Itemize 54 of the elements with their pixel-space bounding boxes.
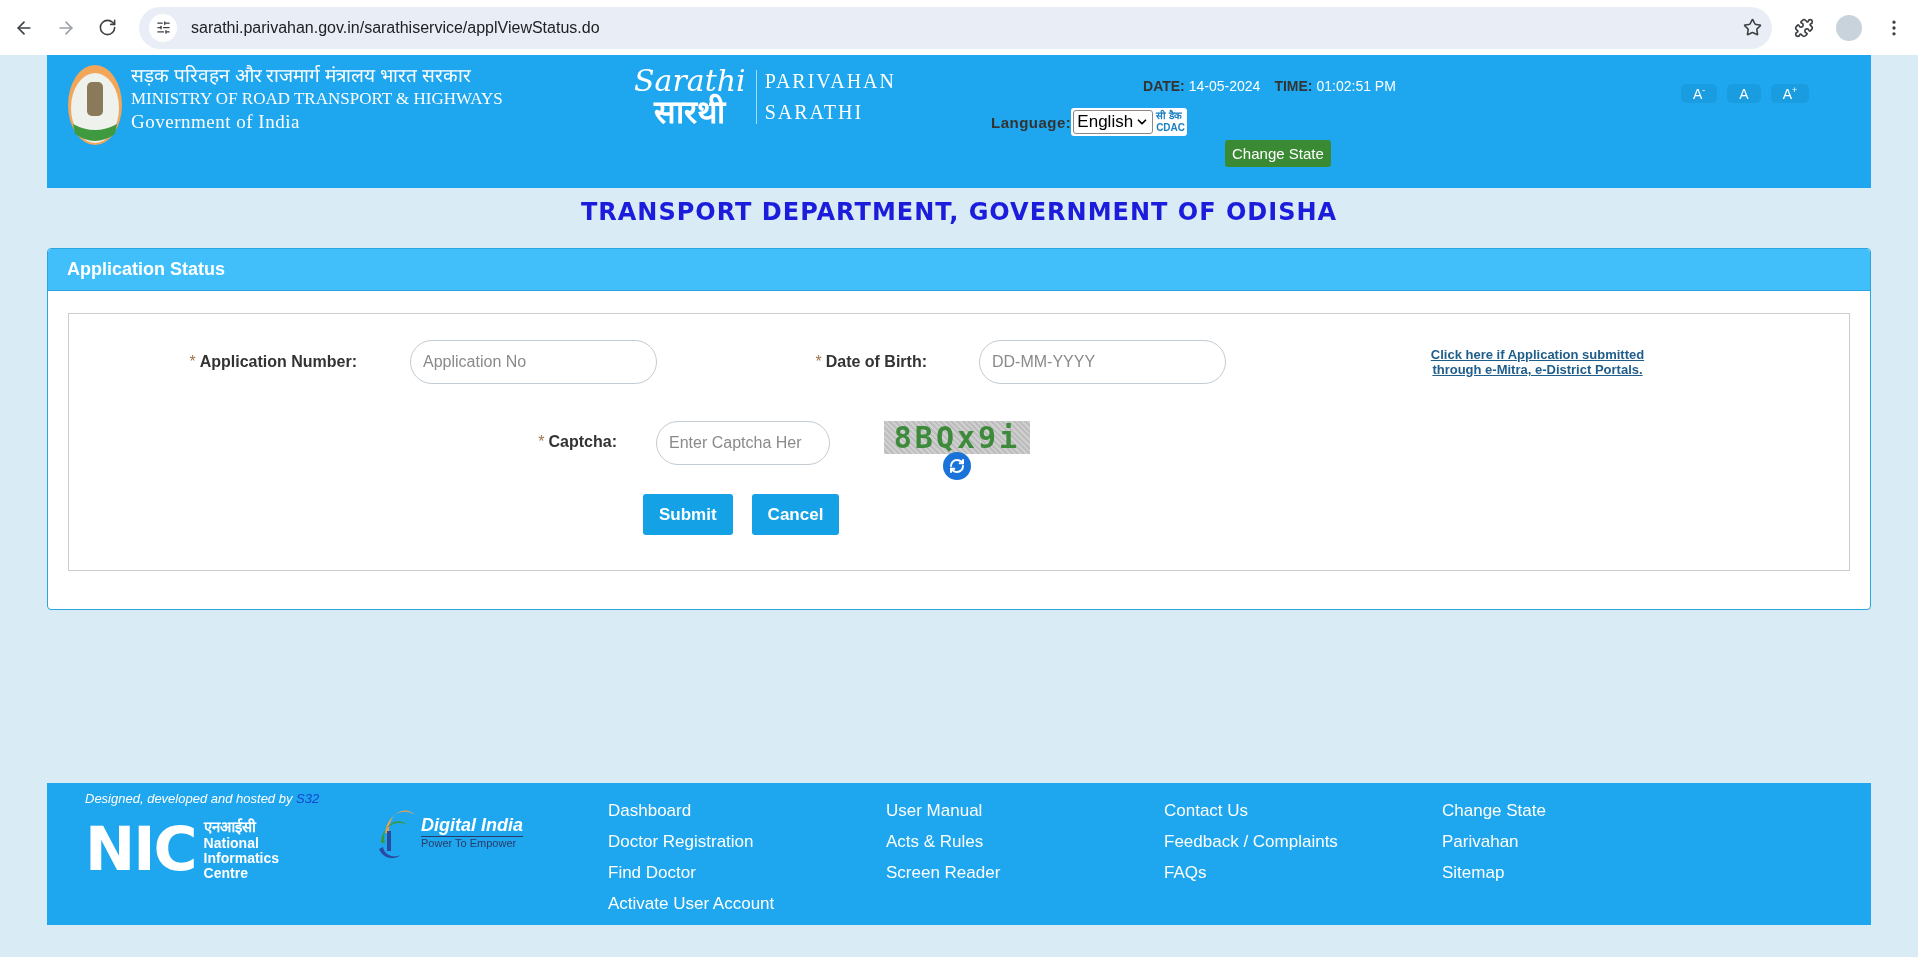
footer-link[interactable]: Change State — [1442, 799, 1720, 822]
nic-logo-text: NIC — [85, 818, 196, 879]
font-size-button[interactable]: A — [1727, 84, 1761, 103]
footer-link[interactable]: Feedback / Complaints — [1164, 830, 1442, 853]
refresh-icon[interactable] — [943, 452, 971, 480]
portal-link[interactable]: Click here if Application submitted through e-Mitra, e-District Portals. — [1226, 347, 1849, 377]
url-text: sarathi.parivahan.gov.in/sarathiservice/applViewStatus.do — [191, 18, 601, 37]
footer-link[interactable]: Sitemap — [1442, 861, 1720, 884]
cdac-logo: सी डैक CDAC — [1156, 110, 1185, 134]
tagline-text: Power To Empower — [421, 836, 523, 849]
credit-link[interactable]: S32 — [296, 791, 320, 806]
captcha-image: 8BQx9i — [884, 421, 1030, 454]
footer-link[interactable]: Doctor Registration — [608, 830, 886, 853]
emblem-icon — [67, 64, 123, 146]
footer-link[interactable]: Acts & Rules — [886, 830, 1164, 853]
footer-link[interactable]: Contact Us — [1164, 799, 1442, 822]
government-text: Government of India — [131, 110, 301, 134]
font-size-button[interactable]: A$^{-}$ — [1681, 84, 1718, 103]
footer-link[interactable]: FAQs — [1164, 861, 1442, 884]
form-button[interactable]: Submit — [643, 494, 733, 535]
footer-link[interactable]: Dashboard — [608, 799, 886, 822]
footer-link[interactable]: Find Doctor — [608, 861, 886, 884]
footer-link[interactable]: Screen Reader — [886, 861, 1164, 884]
card-title: Application Status — [48, 249, 1870, 291]
site-info-icon[interactable] — [149, 13, 177, 42]
logo-text: SARATHI — [764, 101, 865, 124]
field-label: * Captcha: — [537, 433, 617, 451]
field-label: * Application Number: — [188, 353, 357, 371]
language-select[interactable]: English — [1073, 110, 1154, 134]
reload-icon[interactable] — [98, 18, 117, 37]
time-text: TIME: 01:02:51 PM — [1274, 78, 1396, 94]
footer-link[interactable]: User Manual — [886, 799, 1164, 822]
logo-text: PARIVAHAN — [764, 70, 896, 93]
nic-hindi-text: एनआईसी — [203, 817, 258, 836]
change-state-button[interactable]: Change State — [1225, 140, 1331, 167]
footer-link[interactable]: Parivahan — [1442, 830, 1720, 853]
puzzle-icon[interactable] — [1794, 17, 1814, 38]
date-text: DATE: 14-05-2024 — [1143, 78, 1261, 94]
star-icon[interactable] — [1743, 18, 1762, 37]
credit-text: Designed, developed and hosted by S32 — [85, 791, 321, 806]
address-bar[interactable]: sarathi.parivahan.gov.in/sarathiservice/applViewStatus.do — [139, 6, 1772, 49]
ministry-hindi-text: सड़क परिवहन और राजमार्ग मंत्रालय भारत सरकार — [131, 64, 472, 88]
language-label: Language: — [991, 114, 1072, 131]
department-title: TRANSPORT DEPARTMENT, GOVERNMENT OF ODISHA — [579, 198, 1339, 226]
input-field[interactable]: Enter Captcha Her — [656, 421, 830, 465]
footer-link[interactable]: Activate User Account — [608, 892, 886, 915]
font-size-button[interactable]: A$^{+}$ — [1770, 84, 1810, 103]
ministry-text: MINISTRY OF ROAD TRANSPORT & HIGHWAYS — [131, 88, 504, 110]
field-label: * Date of Birth: — [814, 353, 927, 371]
form-button[interactable]: Cancel — [751, 494, 840, 535]
nic-name-text: National Informatics Centre — [203, 836, 280, 881]
digital-india-text: Digital India — [421, 815, 523, 836]
input-field[interactable]: Application No — [410, 340, 657, 384]
input-field[interactable]: DD-MM-YYYY — [979, 340, 1226, 384]
